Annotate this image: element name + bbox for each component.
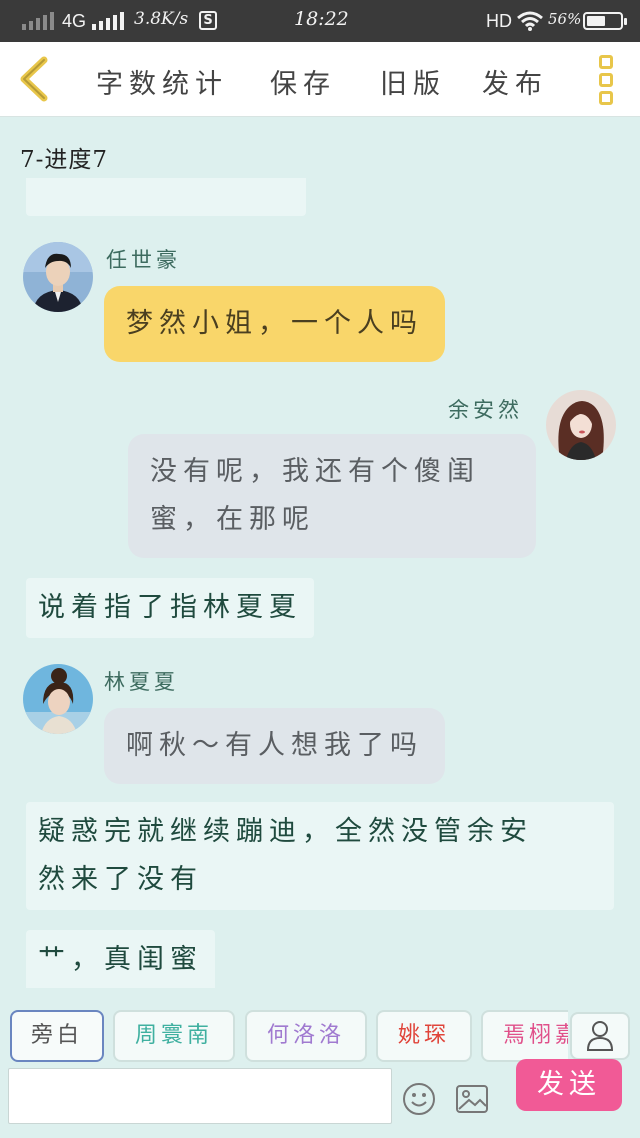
character-chip[interactable]: 周寰南 [113,1010,235,1062]
word-count-button[interactable]: 字数统计 [96,62,228,101]
character-chip[interactable]: 何洛洛 [245,1010,367,1062]
speaker-name: 余安然 [448,398,523,422]
avatar-yu-anran[interactable] [546,390,616,460]
narration-item[interactable]: 说着指了指林夏夏 [26,578,314,638]
dialog-line: 没有呢，我还有个傻闺 [150,456,480,487]
image-icon[interactable] [455,1083,489,1115]
smiley-icon[interactable] [402,1082,436,1116]
character-chip[interactable]: 姚琛 [376,1010,472,1062]
status-bar: 4G 3.8K/s S 18:22 HD 56% [0,0,640,42]
send-button[interactable]: 发送 [516,1059,622,1111]
wifi-icon [517,11,543,31]
narration-item[interactable]: 艹，真闺蜜 [26,930,215,988]
battery-fill [587,16,605,26]
user-icon [586,1021,614,1051]
dialog-bubble[interactable]: 梦然小姐，一个人吗 [104,286,445,362]
old-version-button[interactable]: 旧版 [380,62,446,101]
dialog-bubble[interactable]: 没有呢，我还有个傻闺 蜜，在那呢 [128,434,536,558]
more-menu-icon[interactable] [596,55,616,105]
message-input[interactable] [8,1068,392,1124]
list-item [26,178,306,216]
hd-indicator: HD [486,11,512,31]
dialog-bubble[interactable]: 啊秋～有人想我了吗 [104,708,445,784]
signal-1-icon [22,12,54,30]
avatar-lin-xiaxia[interactable] [23,664,93,734]
chat-scroll-area[interactable]: 任世豪 梦然小姐，一个人吗 余安然 没有呢，我还有个傻闺 蜜，在那呢 说着指了指… [0,178,640,988]
avatar-ren-shihao[interactable] [23,242,93,312]
composer-area: 旁白 周寰南 何洛洛 姚琛 焉栩嘉 发送 [0,988,640,1138]
top-toolbar: 字数统计 保存 旧版 发布 [0,42,640,117]
clock: 18:22 [294,8,349,30]
signal-2-icon [92,12,124,30]
character-selector[interactable]: 旁白 周寰南 何洛洛 姚琛 焉栩嘉 [0,1010,568,1064]
network-type: 4G [62,11,87,31]
network-speed: 3.8K/s [134,9,189,29]
chapter-title: 7-进度7 [20,147,109,173]
chevron-left-icon[interactable] [14,56,54,102]
narration-item[interactable]: 疑惑完就继续蹦迪，全然没管余安 然来了没有 [26,802,614,910]
save-button[interactable]: 保存 [270,62,336,101]
character-chip-narrator[interactable]: 旁白 [10,1010,104,1062]
battery-icon [583,12,627,30]
battery-percent: 56% [548,10,582,28]
publish-button[interactable]: 发布 [482,62,548,101]
speaker-name: 任世豪 [106,248,181,272]
s-app-icon: S [199,11,217,30]
character-chip[interactable]: 焉栩嘉 [481,1010,568,1062]
user-button[interactable] [570,1012,630,1060]
dialog-line: 蜜，在那呢 [150,504,315,535]
narration-line: 疑惑完就继续蹦迪，全然没管余安 [38,816,533,847]
speaker-name: 林夏夏 [104,670,179,694]
narration-line: 然来了没有 [38,864,203,895]
